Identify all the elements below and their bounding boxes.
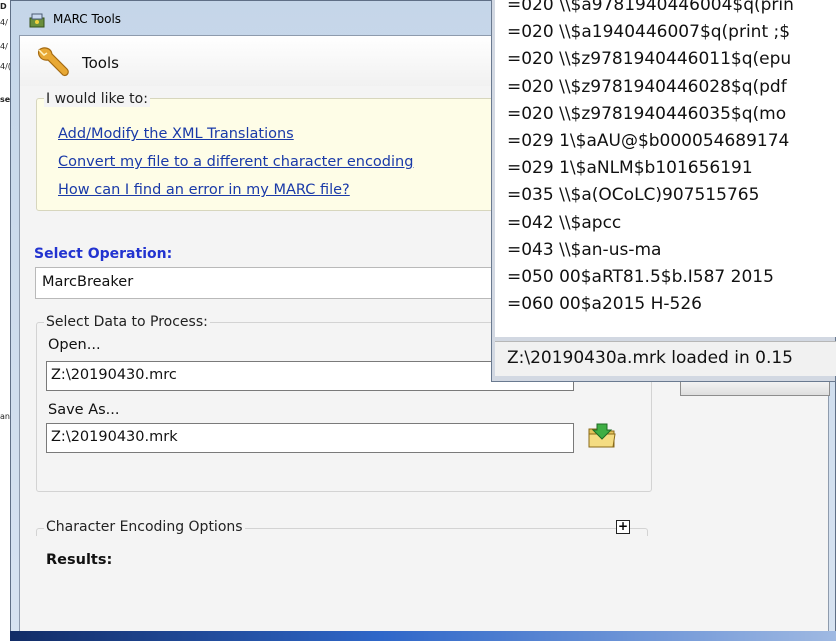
select-operation-label: Select Operation: (34, 246, 173, 262)
record-line: =020 \\$a9781940446004$q(prin (507, 0, 794, 15)
record-line: =042 \\$apcc (507, 213, 622, 233)
convert-encoding-link[interactable]: Convert my file to a different character… (58, 154, 413, 170)
results-label: Results: (46, 552, 113, 568)
record-line: =029 1\$aAU@$b000054689174 (507, 131, 790, 151)
background-button[interactable] (680, 382, 830, 396)
wrench-icon (37, 47, 69, 77)
bg-fragment: 4/ (0, 18, 8, 27)
bg-fragment: 4/ (0, 42, 8, 51)
record-line: =060 00$a2015 H-526 (507, 294, 702, 314)
open-label: Open... (48, 337, 101, 353)
open-folder-icon[interactable] (587, 420, 617, 450)
record-line: =020 \\$z9781940446035$q(mo (507, 104, 787, 124)
record-line: =029 1\$aNLM$b101656191 (507, 158, 753, 178)
record-status-bar: Z:\20190430a.mrk loaded in 0.15 (495, 341, 836, 376)
bg-fragment: se (0, 95, 11, 104)
page-title: Tools (82, 54, 119, 72)
record-line: =050 00$aRT81.5$b.I587 2015 (507, 267, 774, 287)
record-text-area[interactable]: =020 \\$a9781940446004$q(prin =020 \\$a1… (495, 0, 836, 337)
record-line: =035 \\$a(OCoLC)907515765 (507, 185, 760, 205)
save-as-label: Save As... (48, 402, 120, 418)
tools-icon (29, 13, 45, 28)
window-title: MARC Tools (53, 12, 122, 26)
bg-fragment: D (0, 2, 7, 11)
operation-select[interactable]: MarcBreaker (35, 267, 525, 299)
save-as-input[interactable]: Z:\20190430.mrk (46, 423, 574, 453)
expand-icon[interactable]: + (616, 520, 630, 534)
record-preview-window[interactable]: =020 \\$a9781940446004$q(prin =020 \\$a1… (491, 0, 836, 382)
record-line: =043 \\$an-us-ma (507, 240, 662, 260)
data-to-process-legend: Select Data to Process: (44, 314, 210, 330)
find-error-link[interactable]: How can I find an error in my MARC file? (58, 182, 350, 198)
encoding-options-legend: Character Encoding Options (44, 519, 245, 535)
help-links-legend: I would like to: (44, 91, 150, 107)
record-line: =020 \\$z9781940446028$q(pdf (507, 77, 787, 97)
add-modify-xml-link[interactable]: Add/Modify the XML Translations (58, 126, 294, 142)
record-line: =020 \\$z9781940446011$q(epu (507, 49, 792, 69)
window-bottom-border (10, 631, 836, 641)
bg-fragment: an (0, 412, 10, 421)
status-text: Z:\20190430a.mrk loaded in 0.15 (507, 348, 793, 368)
record-line: =020 \\$a1940446007$q(print ;$ (507, 22, 791, 42)
